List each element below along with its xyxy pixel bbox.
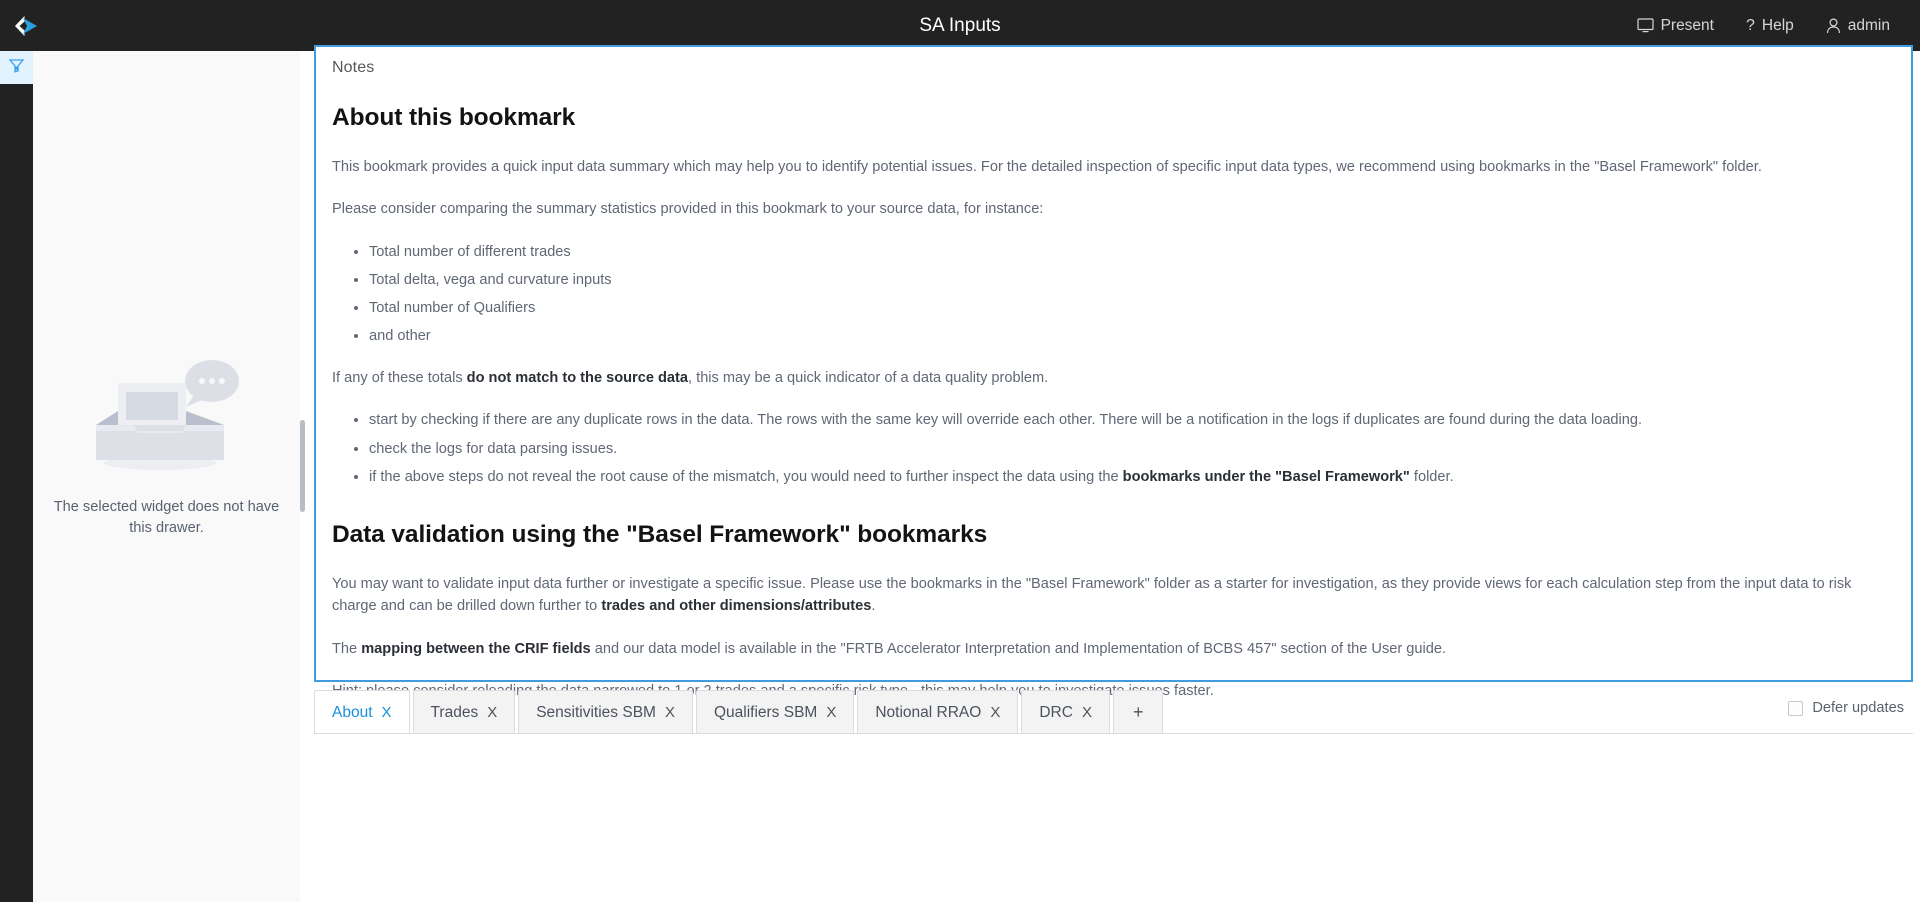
- filter-funnel-icon: [8, 57, 25, 79]
- notes-heading-1: About this bookmark: [332, 104, 576, 131]
- user-label: admin: [1847, 16, 1890, 34]
- sheet-tab-bar: About X Trades X Sensitivities SBM X Qua…: [314, 690, 1913, 734]
- present-button[interactable]: Present: [1621, 0, 1730, 51]
- user-icon: [1826, 17, 1841, 34]
- list-item-bold: bookmarks under the "Basel Framework": [1122, 468, 1410, 485]
- user-menu-button[interactable]: admin: [1810, 0, 1906, 51]
- empty-tray-document-icon: [52, 355, 282, 473]
- notes-list-troubleshoot: start by checking if there are any dupli…: [332, 409, 1895, 488]
- add-tab-button[interactable]: +: [1112, 690, 1164, 734]
- notes-paragraph-4: You may want to validate input data furt…: [332, 573, 1895, 617]
- para5-bold: mapping between the CRIF fields: [361, 640, 591, 657]
- notes-paragraph-1: This bookmark provides a quick input dat…: [332, 159, 1762, 176]
- notes-heading-2: Data validation using the "Basel Framewo…: [332, 520, 988, 548]
- notes-card-body: About this bookmark This bookmark provid…: [316, 77, 1911, 702]
- tab-about[interactable]: About X: [314, 690, 410, 734]
- para4-bold: trades and other dimensions/attributes: [601, 598, 872, 615]
- list-item: if the above steps do not reveal the roo…: [369, 466, 1895, 488]
- list-item-text-b: folder.: [1409, 468, 1454, 485]
- tab-label: Qualifiers SBM: [713, 703, 818, 721]
- tab-drc[interactable]: DRC X: [1021, 690, 1110, 734]
- notes-paragraph-3: If any of these totals do not match to t…: [332, 367, 1895, 389]
- list-item: and other: [369, 325, 1895, 347]
- sidebar-item-filter[interactable]: [0, 51, 33, 84]
- monitor-icon: [1636, 18, 1654, 33]
- widget-drawer-panel: The selected widget does not have this d…: [33, 51, 300, 902]
- tab-bar-divider: [314, 733, 1913, 734]
- drawer-scrollbar[interactable]: [300, 420, 305, 512]
- question-mark-icon: ?: [1745, 16, 1755, 34]
- notes-list-totals: Total number of different trades Total d…: [332, 241, 1895, 348]
- tab-sensitivities-sbm[interactable]: Sensitivities SBM X: [518, 690, 693, 734]
- qlik-logo-icon[interactable]: [0, 0, 51, 51]
- para4-text-b: .: [871, 598, 876, 615]
- drawer-empty-message: The selected widget does not have this d…: [53, 498, 280, 536]
- close-icon[interactable]: X: [382, 704, 392, 721]
- tab-label: Notional RRAO: [875, 703, 982, 721]
- tab-notional-rrao[interactable]: Notional RRAO X: [857, 690, 1019, 734]
- tab-label: About: [332, 703, 373, 721]
- para5-text-a: The: [332, 640, 362, 657]
- tab-label: Trades: [430, 703, 479, 721]
- tab-label: DRC: [1039, 703, 1073, 721]
- top-bar: SA Inputs Present ? Help admin: [0, 0, 1920, 51]
- notes-card-title: Notes: [332, 59, 375, 76]
- close-icon[interactable]: X: [487, 704, 497, 721]
- defer-updates-checkbox[interactable]: [1788, 700, 1804, 716]
- help-button[interactable]: ? Help: [1730, 0, 1810, 51]
- para3-bold: do not match to the source data: [466, 370, 689, 387]
- list-item: Total number of different trades: [369, 241, 1895, 263]
- defer-updates-label: Defer updates: [1812, 700, 1904, 716]
- list-item: Total delta, vega and curvature inputs: [369, 269, 1895, 291]
- para3-text-a: If any of these totals: [332, 370, 467, 387]
- notes-paragraph-2: Please consider comparing the summary st…: [332, 201, 1044, 218]
- defer-updates-control[interactable]: Defer updates: [1788, 700, 1904, 716]
- para5-text-b: and our data model is available in the "…: [590, 640, 1447, 657]
- close-icon[interactable]: X: [990, 704, 1000, 721]
- close-icon[interactable]: X: [1082, 704, 1092, 721]
- notes-card: Notes About this bookmark This bookmark …: [314, 45, 1913, 699]
- present-label: Present: [1660, 16, 1714, 34]
- close-icon[interactable]: X: [665, 704, 675, 721]
- plus-icon: +: [1132, 702, 1144, 722]
- list-item: check the logs for data parsing issues.: [369, 438, 1895, 460]
- help-label: Help: [1761, 16, 1794, 34]
- tab-qualifiers-sbm[interactable]: Qualifiers SBM X: [695, 690, 855, 734]
- tab-trades[interactable]: Trades X: [412, 690, 516, 734]
- left-rail: [0, 51, 33, 902]
- list-item: start by checking if there are any dupli…: [369, 409, 1895, 431]
- para4-text-a: You may want to validate input data furt…: [332, 576, 1852, 615]
- topbar-actions: Present ? Help admin: [1621, 0, 1906, 51]
- para3-text-b: , this may be a quick indicator of a dat…: [688, 370, 1049, 387]
- list-item: Total number of Qualifiers: [369, 297, 1895, 319]
- tab-label: Sensitivities SBM: [536, 703, 656, 721]
- list-item-text-a: if the above steps do not reveal the roo…: [369, 468, 1123, 485]
- close-icon[interactable]: X: [826, 704, 836, 721]
- notes-paragraph-5: The mapping between the CRIF fields and …: [332, 638, 1895, 660]
